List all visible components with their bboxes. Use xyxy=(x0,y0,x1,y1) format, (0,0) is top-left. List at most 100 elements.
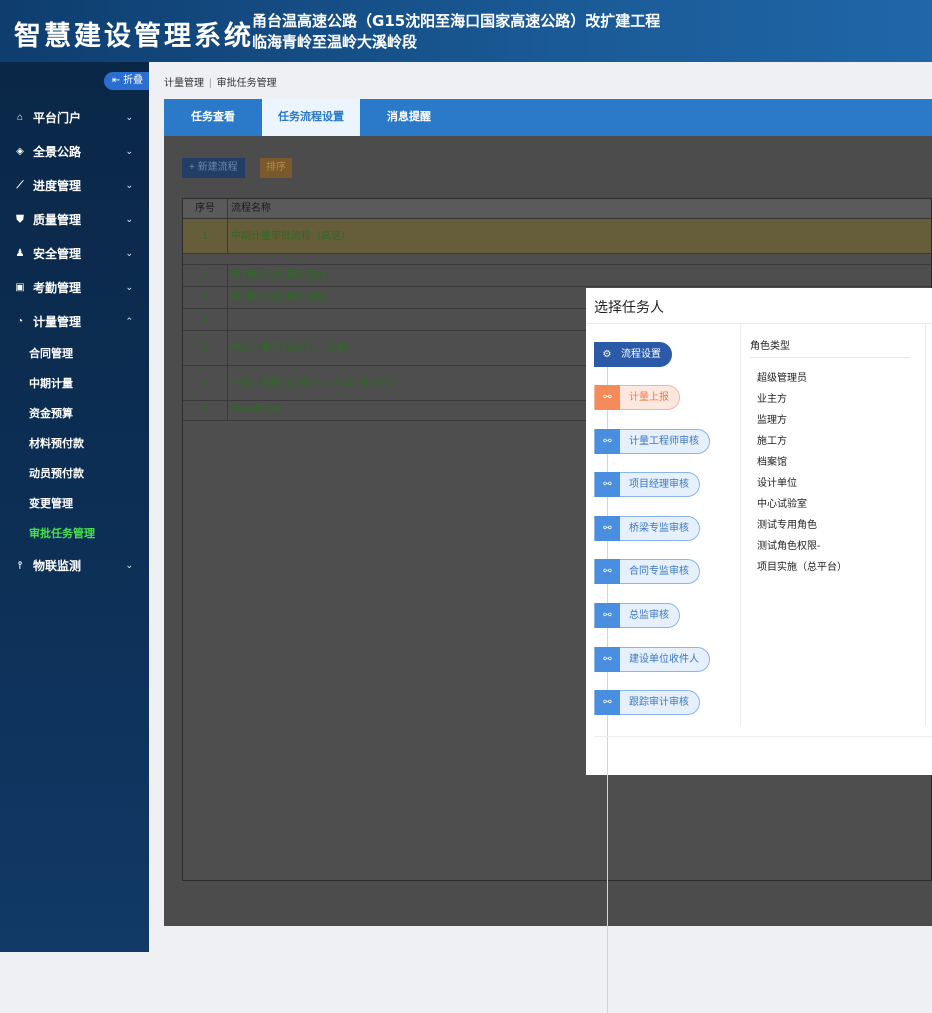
sidebar-item-panorama[interactable]: ◈ 全景公路 ⌄ xyxy=(0,134,149,168)
flow-node-pm-review[interactable]: ⚯ 项目经理审核 xyxy=(594,472,700,497)
row-no: 4 xyxy=(183,309,228,330)
sidebar-subitem-interim[interactable]: 中期计量 xyxy=(0,368,149,398)
collapse-button[interactable]: ⇤ 折叠 xyxy=(104,72,149,90)
role-item[interactable]: 档案馆 xyxy=(757,452,847,473)
sidebar-item-safety[interactable]: ♟ 安全管理 ⌄ xyxy=(0,236,149,270)
tab-task-view[interactable]: 任务查看 xyxy=(164,99,262,136)
sidebar-item-progress[interactable]: ⟋ 进度管理 ⌄ xyxy=(0,168,149,202)
row-name: 第1期预付款审批流程 xyxy=(231,270,327,281)
sidebar-item-label: 计量管理 xyxy=(33,314,82,329)
flow-step-icon: ⚯ xyxy=(595,647,620,672)
flow-step-icon: ⚯ xyxy=(595,559,620,584)
flow-node-label: 项目经理审核 xyxy=(629,479,689,490)
chevron-up-icon: ⌃ xyxy=(125,315,133,326)
sidebar-subitem-material-advance[interactable]: 材料预付款 xyxy=(0,428,149,458)
row-name: 中期计量审批流程（高速） xyxy=(231,231,351,242)
row-no: 7 xyxy=(183,401,228,420)
column-header-no: 序号 xyxy=(183,199,228,218)
sidebar-item-attendance[interactable]: ▣ 考勤管理 ⌄ xyxy=(0,270,149,304)
role-item[interactable]: 设计单位 xyxy=(757,473,847,494)
role-item[interactable]: 测试角色权限- xyxy=(757,536,847,557)
new-flow-button[interactable]: + 新建流程 xyxy=(182,158,245,178)
shield-icon: ⛊ xyxy=(16,213,24,225)
flow-node-engineer-review[interactable]: ⚯ 计量工程师审核 xyxy=(594,429,710,454)
project-title: 甬台温高速公路（G15沈阳至海口国家高速公路）改扩建工程 临海青岭至温岭大溪岭段 xyxy=(252,11,660,53)
flow-step-icon: ⚯ xyxy=(595,516,620,541)
sidebar-subitem-approval-tasks[interactable]: 审批任务管理 xyxy=(0,518,149,548)
chevron-down-icon: ⌄ xyxy=(125,281,133,292)
flow-node-label: 流程设置 xyxy=(621,349,661,360)
chart-icon: ⟋ xyxy=(16,179,24,191)
flow-node-owner-receiver[interactable]: ⚯ 建设单位收件人 xyxy=(594,647,710,672)
flow-node-label: 跟踪审计审核 xyxy=(629,697,689,708)
tab-message-reminder[interactable]: 消息提醒 xyxy=(360,99,458,136)
breadcrumb-parent[interactable]: 计量管理 xyxy=(164,78,204,89)
system-title: 智慧建设管理系统 xyxy=(14,21,254,52)
flow-step-icon: ⚯ xyxy=(595,429,620,454)
sidebar-menu: ⌂ 平台门户 ⌄ ◈ 全景公路 ⌄ ⟋ 进度管理 ⌄ ⛊ 质量管理 ⌄ ♟ 安全管理 ⌄ ▣ 考勤管理… xyxy=(0,100,149,582)
flow-node-report[interactable]: ⚯ 计量上报 xyxy=(594,385,680,410)
flow-node-bridge-review[interactable]: ⚯ 桥梁专监审核 xyxy=(594,516,700,541)
sidebar-item-label: 进度管理 xyxy=(33,178,82,193)
sidebar-subitem-mobilization-advance[interactable]: 动员预付款 xyxy=(0,458,149,488)
role-item[interactable]: 测试专用角色 xyxy=(757,515,847,536)
flow-step-icon: ⚯ xyxy=(595,385,620,410)
role-type-header: 角色类型 xyxy=(750,337,910,358)
sidebar-item-metering[interactable]: ◔ 计量管理 ⌃ xyxy=(0,304,149,338)
collapse-icon: ⇤ xyxy=(112,75,121,86)
flow-node-audit-review[interactable]: ⚯ 跟踪审计审核 xyxy=(594,690,700,715)
sidebar-item-label: 全景公路 xyxy=(33,144,82,159)
flow-settings-icon: ⚙ xyxy=(602,349,612,360)
role-item[interactable]: 项目实施（总平台） xyxy=(757,557,847,578)
chevron-down-icon: ⌄ xyxy=(125,213,133,224)
flow-step-icon: ⚯ xyxy=(595,690,620,715)
table-row[interactable]: 1 中期计量审批流程（高速） xyxy=(183,219,931,254)
sidebar-subitem-budget[interactable]: 资金预算 xyxy=(0,398,149,428)
sort-button[interactable]: 排序 xyxy=(260,158,292,178)
row-no: 5 xyxy=(183,331,228,365)
flow-step-icon: ⚯ xyxy=(595,472,620,497)
home-icon: ⌂ xyxy=(16,111,24,123)
sidebar-item-label: 质量管理 xyxy=(33,212,82,227)
flow-node-label: 总监审核 xyxy=(629,610,669,621)
row-no: 1 xyxy=(183,219,228,253)
sidebar-item-iot[interactable]: ⫯ 物联监测 ⌄ xyxy=(0,548,149,582)
role-item[interactable]: 超级管理员 xyxy=(757,368,847,389)
row-no: 6 xyxy=(183,366,228,400)
chevron-down-icon: ⌄ xyxy=(125,111,133,122)
sidebar-item-label: 平台门户 xyxy=(33,110,82,125)
role-item[interactable]: 中心试验室 xyxy=(757,494,847,515)
flow-node-label: 建设单位收件人 xyxy=(629,654,699,665)
sensor-icon: ⫯ xyxy=(17,559,23,571)
dialog-title: 选择任务人 xyxy=(594,299,664,315)
flow-node-contract-review[interactable]: ⚯ 合同专监审核 xyxy=(594,559,700,584)
collapse-label: 折叠 xyxy=(123,75,144,86)
table-header: 序号 流程名称 xyxy=(183,199,931,219)
role-item[interactable]: 施工方 xyxy=(757,431,847,452)
sidebar-item-portal[interactable]: ⌂ 平台门户 ⌄ xyxy=(0,100,149,134)
gauge-icon: ◔ xyxy=(16,315,24,327)
flow-node-settings[interactable]: ⚙ 流程设置 xyxy=(594,342,672,367)
tab-bar: 任务查看 任务流程设置 消息提醒 xyxy=(164,99,932,136)
chevron-down-icon: ⌄ xyxy=(125,179,133,190)
chevron-down-icon: ⌄ xyxy=(125,145,133,156)
sidebar-subitem-contract[interactable]: 合同管理 xyxy=(0,338,149,368)
sidebar-subitem-change[interactable]: 变更管理 xyxy=(0,488,149,518)
flow-node-label: 桥梁专监审核 xyxy=(629,523,689,534)
sidebar-item-quality[interactable]: ⛊ 质量管理 ⌄ xyxy=(0,202,149,236)
role-item[interactable]: 业主方 xyxy=(757,389,847,410)
flow-node-chief-review[interactable]: ⚯ 总监审核 xyxy=(594,603,680,628)
role-item[interactable]: 监理方 xyxy=(757,410,847,431)
tab-flow-settings[interactable]: 任务流程设置 xyxy=(262,99,360,136)
breadcrumb-separator: | xyxy=(209,78,212,89)
role-type-panel: 角色类型 超级管理员 业主方 监理方 施工方 档案馆 设计单位 中心试验室 测试… xyxy=(740,324,926,726)
sidebar-item-label: 物联监测 xyxy=(33,558,82,573)
footer-strip xyxy=(149,940,932,952)
flow-connector-line xyxy=(607,363,608,1013)
flow-node-label: 计量上报 xyxy=(629,392,669,403)
table-row[interactable]: 2 第1期预付款审批流程 xyxy=(183,265,931,287)
flow-step-icon: ⚯ xyxy=(595,603,620,628)
dialog-footer-divider xyxy=(594,736,932,737)
calendar-icon: ▣ xyxy=(15,281,25,293)
row-no: 3 xyxy=(183,287,228,308)
